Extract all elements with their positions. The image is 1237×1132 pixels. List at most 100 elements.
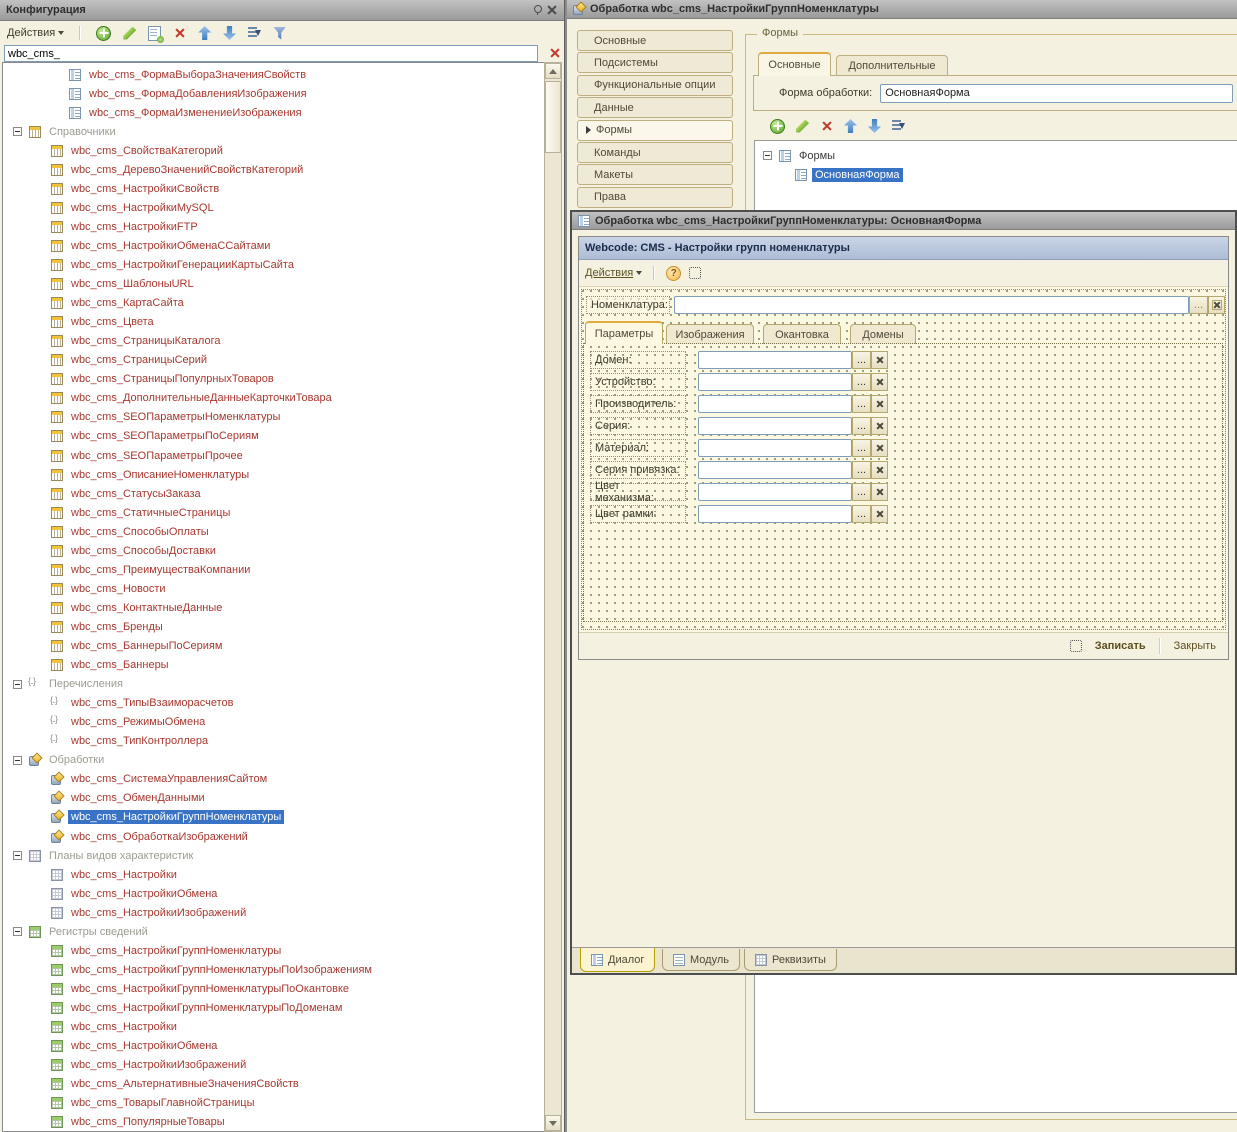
- forms-tab-2[interactable]: Дополнительные: [836, 55, 948, 76]
- tree-item[interactable]: wbc_cms_НастройкиГруппНоменклатуры: [3, 941, 546, 960]
- edit-icon[interactable]: [796, 120, 809, 133]
- search-input[interactable]: [4, 45, 538, 62]
- add-icon[interactable]: [770, 119, 785, 134]
- tree-item[interactable]: wbc_cms_БаннерыПоСериям: [3, 637, 546, 656]
- tree-scrollbar[interactable]: [544, 62, 562, 1132]
- tree-item[interactable]: wbc_cms_ТипыВзаиморасчетов: [3, 694, 546, 713]
- bottom-tab-Реквизиты[interactable]: Реквизиты: [744, 949, 837, 971]
- sort-list-icon[interactable]: [248, 27, 261, 40]
- scroll-up-button[interactable]: [545, 63, 561, 79]
- tree-item[interactable]: wbc_cms_НастройкиГруппНоменклатурыПоДоме…: [3, 998, 546, 1017]
- tree-item[interactable]: wbc_cms_НастройкиГруппНоменклатурыПоИзоб…: [3, 960, 546, 979]
- tree-item[interactable]: wbc_cms_ПреимуществаКомпании: [3, 560, 546, 579]
- tree-item[interactable]: wbc_cms_ФормаИзменениеИзображения: [3, 103, 546, 122]
- field-input[interactable]: [698, 461, 852, 479]
- tree-item[interactable]: wbc_cms_НастройкиFTP: [3, 217, 546, 236]
- tree-item[interactable]: wbc_cms_СтраницыСерий: [3, 351, 546, 370]
- field-label[interactable]: Материал:: [590, 439, 686, 457]
- tree-item[interactable]: wbc_cms_КонтактныеДанные: [3, 598, 546, 617]
- field-input[interactable]: [698, 417, 852, 435]
- side-tab-8[interactable]: Права: [577, 187, 733, 208]
- clear-button[interactable]: [871, 439, 888, 457]
- tree-group[interactable]: Справочники: [3, 122, 546, 141]
- actions-menu[interactable]: Действия: [7, 27, 64, 39]
- tree-item[interactable]: wbc_cms_НастройкиОбмена: [3, 884, 546, 903]
- move-up-icon[interactable]: [198, 26, 211, 40]
- delete-icon[interactable]: [820, 120, 833, 133]
- tree-item[interactable]: wbc_cms_ТипКонтроллера: [3, 732, 546, 751]
- collapse-icon[interactable]: [13, 927, 22, 936]
- tree-item[interactable]: wbc_cms_ПопулярныеТовары: [3, 1113, 546, 1132]
- field-input[interactable]: [698, 351, 852, 369]
- tree-item[interactable]: wbc_cms_КартаСайта: [3, 294, 546, 313]
- tree-item[interactable]: wbc_cms_SEOПараметрыПоСериям: [3, 427, 546, 446]
- choose-button[interactable]: ...: [852, 417, 871, 435]
- tree-item[interactable]: wbc_cms_СтатичныеСтраницы: [3, 503, 546, 522]
- field-input[interactable]: [698, 505, 852, 523]
- tree-item[interactable]: wbc_cms_ТоварыГлавнойСтраницы: [3, 1094, 546, 1113]
- edit-icon[interactable]: [123, 27, 136, 40]
- nomenclature-label[interactable]: Номенклатура:: [586, 296, 670, 314]
- tree-item[interactable]: wbc_cms_Настройки: [3, 865, 546, 884]
- tree-group[interactable]: Планы видов характеристик: [3, 846, 546, 865]
- field-label[interactable]: Цвет механизма:: [590, 483, 686, 501]
- clear-button[interactable]: [1208, 296, 1225, 314]
- tree-item[interactable]: wbc_cms_СпособыДоставки: [3, 541, 546, 560]
- tree-item[interactable]: wbc_cms_АльтернативныеЗначенияСвойств: [3, 1075, 546, 1094]
- collapse-icon[interactable]: [13, 756, 22, 765]
- choose-button[interactable]: ...: [852, 373, 871, 391]
- tree-item[interactable]: wbc_cms_СистемаУправленияСайтом: [3, 770, 546, 789]
- tree-group[interactable]: Обработки: [3, 751, 546, 770]
- tree-item[interactable]: wbc_cms_Новости: [3, 579, 546, 598]
- choose-button[interactable]: ...: [852, 351, 871, 369]
- tree-item[interactable]: wbc_cms_ФормаВыбораЗначенияСвойств: [3, 65, 546, 84]
- tree-item[interactable]: wbc_cms_РежимыОбмена: [3, 713, 546, 732]
- bottom-tab-Модуль[interactable]: Модуль: [662, 949, 740, 971]
- tree-item[interactable]: wbc_cms_ШаблоныURL: [3, 275, 546, 294]
- tree-item[interactable]: wbc_cms_НастройкиГруппНоменклатуры: [3, 808, 546, 827]
- tree-item[interactable]: wbc_cms_СвойстваКатегорий: [3, 141, 546, 160]
- tree-item[interactable]: wbc_cms_ДеревоЗначенийСвойствКатегорий: [3, 160, 546, 179]
- side-tab-1[interactable]: Основные: [577, 30, 733, 51]
- clear-button[interactable]: [871, 351, 888, 369]
- save-button[interactable]: Записать: [1091, 638, 1150, 654]
- collapse-icon[interactable]: [763, 151, 772, 160]
- nomenclature-input[interactable]: [674, 296, 1189, 314]
- tree-item[interactable]: wbc_cms_ОбменДанными: [3, 789, 546, 808]
- selection-tool-icon[interactable]: [689, 267, 701, 279]
- tree-item[interactable]: wbc_cms_СтраницыПопулрныхТоваров: [3, 370, 546, 389]
- side-tab-7[interactable]: Макеты: [577, 164, 733, 185]
- choose-button[interactable]: ...: [852, 439, 871, 457]
- tree-item[interactable]: wbc_cms_Цвета: [3, 313, 546, 332]
- tree-item[interactable]: wbc_cms_Бренды: [3, 617, 546, 636]
- tree-item[interactable]: wbc_cms_СтатусыЗаказа: [3, 484, 546, 503]
- clear-search-icon[interactable]: [549, 47, 561, 59]
- sort-list-icon[interactable]: [892, 120, 905, 133]
- tree-item[interactable]: wbc_cms_НастройкиСвойств: [3, 179, 546, 198]
- pin-icon[interactable]: [533, 5, 541, 15]
- collapse-icon[interactable]: [13, 680, 22, 689]
- move-down-icon[interactable]: [868, 119, 881, 133]
- canvas-tab-4[interactable]: Домены: [850, 324, 916, 344]
- close-icon[interactable]: [546, 4, 558, 16]
- filter-icon[interactable]: [273, 27, 286, 40]
- collapse-icon[interactable]: [13, 851, 22, 860]
- choose-button[interactable]: ...: [852, 505, 871, 523]
- field-input[interactable]: [698, 439, 852, 457]
- field-label[interactable]: Цвет рамки:: [590, 505, 686, 523]
- copy-add-icon[interactable]: [148, 26, 161, 41]
- side-tab-4[interactable]: Данные: [577, 97, 733, 118]
- tree-item[interactable]: wbc_cms_НастройкиMySQL: [3, 198, 546, 217]
- tree-item[interactable]: ОсновнаяФорма: [795, 165, 903, 184]
- form-canvas[interactable]: Номенклатура: ... ПараметрыИзображенияОк…: [579, 287, 1228, 632]
- field-label[interactable]: Домен:: [590, 351, 686, 369]
- tree-group[interactable]: Формы: [763, 146, 838, 165]
- canvas-tab-1[interactable]: Параметры: [585, 321, 663, 344]
- tree-item[interactable]: wbc_cms_СпособыОплаты: [3, 522, 546, 541]
- close-button[interactable]: Закрыть: [1170, 638, 1220, 654]
- clear-button[interactable]: [871, 373, 888, 391]
- field-label[interactable]: Производитель:: [590, 395, 686, 413]
- tree-item[interactable]: wbc_cms_ОбработкаИзображений: [3, 827, 546, 846]
- help-icon[interactable]: ?: [666, 266, 681, 281]
- clear-button[interactable]: [871, 505, 888, 523]
